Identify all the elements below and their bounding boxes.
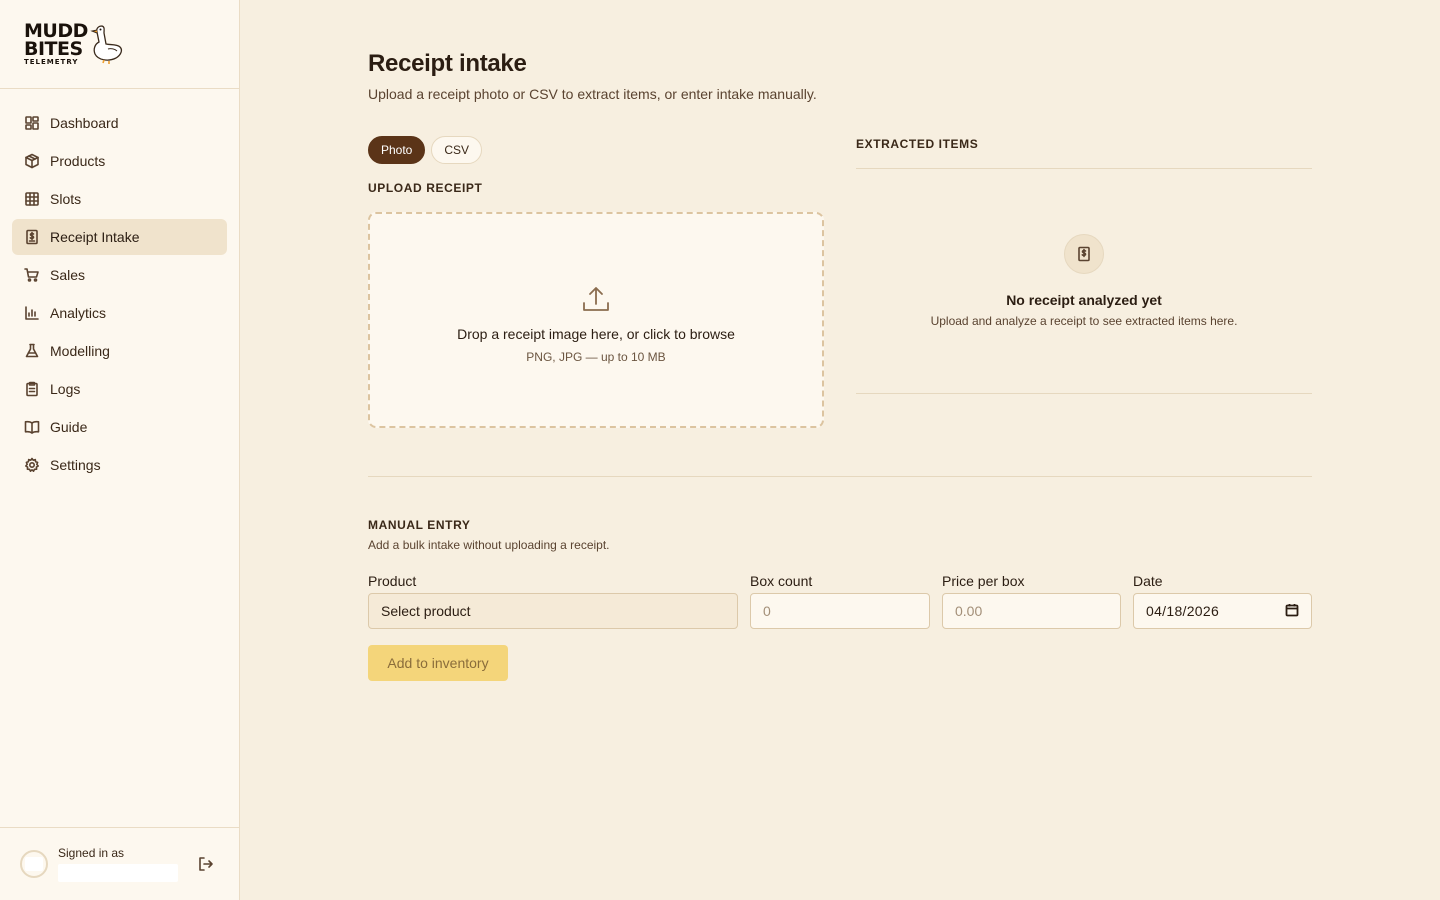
dropzone-title: Drop a receipt image here, or click to b… [457,326,735,342]
product-label: Product [368,573,417,589]
sidebar-item-label: Receipt Intake [50,229,140,245]
sidebar-item-analytics[interactable]: Analytics [12,295,227,331]
sidebar-item-label: Analytics [50,305,107,321]
price-field: Price per box [942,573,1121,629]
calendar-icon[interactable] [1285,603,1299,620]
sidebar-item-label: Guide [50,419,88,435]
sidebar-item-label: Modelling [50,343,110,359]
section-divider [368,476,1312,477]
extracted-items-label: EXTRACTED ITEMS [856,137,979,151]
sidebar-item-products[interactable]: Products [12,143,227,179]
cart-icon [24,267,40,283]
sidebar-item-settings[interactable]: Settings [12,447,227,483]
sidebar-item-sales[interactable]: Sales [12,257,227,293]
sidebar-item-guide[interactable]: Guide [12,409,227,445]
sidebar-item-modelling[interactable]: Modelling [12,333,227,369]
box-count-field: Box count [750,573,930,629]
logout-icon [199,857,213,871]
sidebar-item-label: Settings [50,457,101,473]
mode-csv-button[interactable]: CSV [431,136,483,164]
upload-receipt-label: UPLOAD RECEIPT [368,181,483,195]
user-panel: Signed in as [0,827,239,900]
receipt-dropzone[interactable]: Drop a receipt image here, or click to b… [368,212,824,428]
gear-icon [24,457,40,473]
sidebar-item-label: Sales [50,267,86,283]
bar-chart-icon [24,305,40,321]
price-label: Price per box [942,573,1025,589]
box-count-input[interactable] [763,603,917,619]
brand-logo[interactable]: MUDD BITES TELEMETRY [0,0,239,89]
signed-in-user [58,864,178,882]
page-title: Receipt intake [368,50,527,77]
brand-line-2: BITES [24,38,83,60]
empty-state-title: No receipt analyzed yet [1006,292,1162,308]
sidebar-item-label: Dashboard [50,115,119,131]
clipboard-icon [24,381,40,397]
date-field: Date 04/18/2026 [1133,573,1312,629]
receipt-icon [24,229,40,245]
box-icon [24,153,40,169]
box-count-label: Box count [750,573,813,589]
date-label: Date [1133,573,1163,589]
grid-icon [24,191,40,207]
mode-photo-button[interactable]: Photo [368,136,426,164]
extracted-empty-state: No receipt analyzed yet Upload and analy… [856,234,1312,328]
sidebar-item-label: Logs [50,381,81,397]
empty-state-subtitle: Upload and analyze a receipt to see extr… [930,314,1238,328]
page-subtitle: Upload a receipt photo or CSV to extract… [368,86,817,102]
extracted-divider-top [856,168,1312,169]
sidebar-item-label: Products [50,153,106,169]
sidebar-nav: Dashboard Products Slots Receipt Intake … [0,89,239,483]
price-per-box-input[interactable] [955,603,1108,619]
product-field: Product Select product [368,573,738,629]
receipt-icon [1064,234,1104,274]
manual-entry-label: MANUAL ENTRY [368,518,471,532]
date-input[interactable]: 04/18/2026 [1133,593,1312,629]
upload-icon [581,284,611,314]
sidebar: MUDD BITES TELEMETRY Dashboard Products … [0,0,240,900]
dashboard-icon [24,115,40,131]
extracted-divider-bottom [856,393,1312,394]
brand-sub: TELEMETRY [24,58,79,66]
date-value: 04/18/2026 [1146,603,1220,619]
sidebar-item-label: Slots [50,191,82,207]
add-to-inventory-button[interactable]: Add to inventory [368,645,508,681]
logout-button[interactable] [197,855,215,873]
manual-entry-subtitle: Add a bulk intake without uploading a re… [368,538,610,552]
sidebar-item-receipt-intake[interactable]: Receipt Intake [12,219,227,255]
book-icon [24,419,40,435]
signed-in-label: Signed in as [58,846,125,860]
dropzone-hint: PNG, JPG — up to 10 MB [526,350,666,364]
goose-icon [90,24,124,69]
product-select[interactable]: Select product [368,593,738,629]
sidebar-item-slots[interactable]: Slots [12,181,227,217]
flask-icon [24,343,40,359]
sidebar-item-dashboard[interactable]: Dashboard [12,105,227,141]
avatar [20,850,48,878]
sidebar-item-logs[interactable]: Logs [12,371,227,407]
upload-mode-toggle: Photo CSV [368,136,488,164]
product-select-value: Select product [381,603,471,619]
